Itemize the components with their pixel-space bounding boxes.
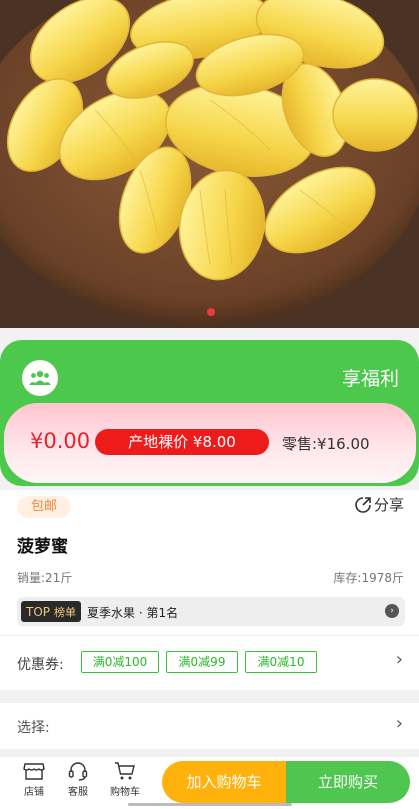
product-image[interactable] xyxy=(0,0,419,328)
tab-cart-label: 购物车 xyxy=(110,787,140,798)
product-info-panel: 包邮 分享 菠萝蜜 销量:21斤 库存:1978斤 TOP 榜单 夏季水果 · … xyxy=(0,490,419,690)
bottom-action-bar: 店铺 客服 购物车 加入购物车 立即购买 xyxy=(0,757,419,809)
ranking-bar[interactable]: TOP 榜单 夏季水果 · 第1名 › xyxy=(17,597,405,626)
divider xyxy=(0,635,419,636)
welfare-title: 享福利 xyxy=(341,368,399,390)
share-button[interactable]: 分享 xyxy=(354,494,404,515)
cart-icon xyxy=(115,762,135,780)
price-band: ¥0.00 产地裸价 ¥8.00 零售:¥16.00 xyxy=(4,403,416,483)
coupon-item[interactable]: 满0减10 xyxy=(245,651,317,673)
home-indicator xyxy=(128,803,292,806)
store-icon xyxy=(23,763,45,780)
sales-volume: 销量:21斤 xyxy=(17,571,73,585)
current-price: ¥0.00 xyxy=(30,429,91,453)
select-label: 选择: xyxy=(17,720,50,736)
group-icon xyxy=(22,360,58,396)
coupon-label: 优惠券: xyxy=(17,657,64,673)
tab-store-label: 店铺 xyxy=(24,787,44,798)
buy-now-button[interactable]: 立即购买 xyxy=(286,761,410,803)
board-label: 榜单 xyxy=(54,605,76,619)
chevron-right-icon: › xyxy=(395,713,403,734)
ranking-text: 夏季水果 · 第1名 xyxy=(87,606,179,620)
add-to-cart-button[interactable]: 加入购物车 xyxy=(162,761,286,803)
origin-price-tag: 产地裸价 ¥8.00 xyxy=(95,429,269,455)
share-label: 分享 xyxy=(373,496,404,514)
retail-price: 零售:¥16.00 xyxy=(282,435,370,453)
headset-icon xyxy=(68,762,88,781)
spec-select-row[interactable]: 选择: › xyxy=(0,703,419,749)
stock-count: 库存:1978斤 xyxy=(333,571,404,585)
chevron-right-icon: › xyxy=(385,604,399,618)
tab-store[interactable]: 店铺 xyxy=(14,761,54,798)
top-label: TOP xyxy=(25,604,50,619)
tab-cart[interactable]: 购物车 xyxy=(105,761,145,798)
free-shipping-badge: 包邮 xyxy=(17,496,71,518)
coupon-item[interactable]: 满0减99 xyxy=(166,651,238,673)
chevron-right-icon[interactable]: › xyxy=(396,649,403,670)
carousel-indicator[interactable] xyxy=(207,308,215,316)
ranking-tag: TOP 榜单 xyxy=(21,601,81,622)
jackfruit-illustration xyxy=(0,0,419,328)
share-icon xyxy=(355,496,371,513)
tab-service-label: 客服 xyxy=(68,787,88,798)
tab-service[interactable]: 客服 xyxy=(58,761,98,798)
coupon-item[interactable]: 满0减100 xyxy=(81,651,159,673)
product-name: 菠萝蜜 xyxy=(17,537,68,557)
